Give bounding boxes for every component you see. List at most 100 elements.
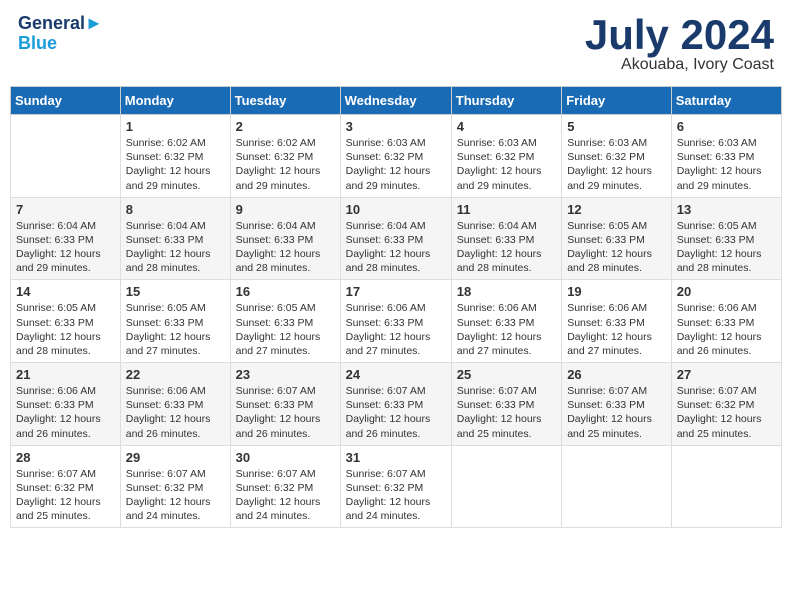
day-number: 9	[236, 202, 335, 217]
calendar-cell: 22 Sunrise: 6:06 AMSunset: 6:33 PMDayligh…	[120, 363, 230, 446]
logo: General►Blue	[18, 14, 103, 54]
day-info: Sunrise: 6:05 AMSunset: 6:33 PMDaylight:…	[16, 301, 115, 358]
calendar-cell: 3 Sunrise: 6:03 AMSunset: 6:32 PMDaylight…	[340, 115, 451, 198]
day-number: 3	[346, 119, 446, 134]
day-number: 1	[126, 119, 225, 134]
day-number: 31	[346, 450, 446, 465]
calendar-cell: 21 Sunrise: 6:06 AMSunset: 6:33 PMDayligh…	[11, 363, 121, 446]
day-number: 16	[236, 284, 335, 299]
calendar-cell: 7 Sunrise: 6:04 AMSunset: 6:33 PMDaylight…	[11, 197, 121, 280]
calendar-cell: 11 Sunrise: 6:04 AMSunset: 6:33 PMDayligh…	[451, 197, 561, 280]
day-info: Sunrise: 6:07 AMSunset: 6:32 PMDaylight:…	[677, 384, 776, 441]
day-info: Sunrise: 6:06 AMSunset: 6:33 PMDaylight:…	[126, 384, 225, 441]
day-info: Sunrise: 6:07 AMSunset: 6:32 PMDaylight:…	[236, 467, 335, 524]
day-number: 13	[677, 202, 776, 217]
calendar-cell: 5 Sunrise: 6:03 AMSunset: 6:32 PMDaylight…	[562, 115, 672, 198]
calendar-cell: 23 Sunrise: 6:07 AMSunset: 6:33 PMDayligh…	[230, 363, 340, 446]
day-number: 8	[126, 202, 225, 217]
column-header-monday: Monday	[120, 87, 230, 115]
calendar-cell: 31 Sunrise: 6:07 AMSunset: 6:32 PMDayligh…	[340, 445, 451, 528]
column-header-saturday: Saturday	[671, 87, 781, 115]
page-header: General►Blue July 2024 Akouaba, Ivory Co…	[10, 10, 782, 78]
day-number: 14	[16, 284, 115, 299]
calendar-cell: 18Sunrise: 6:06 AMSunset: 6:33 PMDayligh…	[451, 280, 561, 363]
day-number: 24	[346, 367, 446, 382]
calendar-cell	[451, 445, 561, 528]
calendar-cell	[671, 445, 781, 528]
day-number: 7	[16, 202, 115, 217]
calendar-cell: 1 Sunrise: 6:02 AMSunset: 6:32 PMDaylight…	[120, 115, 230, 198]
day-info: Sunrise: 6:07 AMSunset: 6:32 PMDaylight:…	[346, 467, 446, 524]
column-header-tuesday: Tuesday	[230, 87, 340, 115]
calendar-cell: 20 Sunrise: 6:06 AMSunset: 6:33 PMDayligh…	[671, 280, 781, 363]
day-number: 26	[567, 367, 666, 382]
day-number: 17	[346, 284, 446, 299]
calendar-cell: 13 Sunrise: 6:05 AMSunset: 6:33 PMDayligh…	[671, 197, 781, 280]
calendar-cell: 12 Sunrise: 6:05 AMSunset: 6:33 PMDayligh…	[562, 197, 672, 280]
day-info: Sunrise: 6:06 AMSunset: 6:33 PMDaylight:…	[346, 301, 446, 358]
day-number: 6	[677, 119, 776, 134]
calendar-table: SundayMondayTuesdayWednesdayThursdayFrid…	[10, 86, 782, 528]
day-number: 30	[236, 450, 335, 465]
day-info: Sunrise: 6:07 AMSunset: 6:33 PMDaylight:…	[346, 384, 446, 441]
day-info: Sunrise: 6:07 AMSunset: 6:32 PMDaylight:…	[16, 467, 115, 524]
calendar-cell: 25Sunrise: 6:07 AMSunset: 6:33 PMDayligh…	[451, 363, 561, 446]
day-info: Sunrise: 6:05 AMSunset: 6:33 PMDaylight:…	[567, 219, 666, 276]
calendar-cell: 4 Sunrise: 6:03 AMSunset: 6:32 PMDaylight…	[451, 115, 561, 198]
calendar-cell: 28 Sunrise: 6:07 AMSunset: 6:32 PMDayligh…	[11, 445, 121, 528]
calendar-cell: 17 Sunrise: 6:06 AMSunset: 6:33 PMDayligh…	[340, 280, 451, 363]
day-number: 23	[236, 367, 335, 382]
day-number: 29	[126, 450, 225, 465]
day-number: 27	[677, 367, 776, 382]
day-info: Sunrise: 6:06 AMSunset: 6:33 PMDaylight:…	[567, 301, 666, 358]
calendar-cell: 6 Sunrise: 6:03 AMSunset: 6:33 PMDaylight…	[671, 115, 781, 198]
day-info: Sunrise: 6:04 AMSunset: 6:33 PMDaylight:…	[126, 219, 225, 276]
calendar-cell	[11, 115, 121, 198]
day-info: Sunrise: 6:04 AMSunset: 6:33 PMDaylight:…	[236, 219, 335, 276]
day-info: Sunrise: 6:03 AMSunset: 6:33 PMDaylight:…	[677, 136, 776, 193]
day-number: 12	[567, 202, 666, 217]
day-info: Sunrise: 6:07 AMSunset: 6:33 PMDaylight:…	[567, 384, 666, 441]
column-header-sunday: Sunday	[11, 87, 121, 115]
calendar-cell: 9 Sunrise: 6:04 AMSunset: 6:33 PMDaylight…	[230, 197, 340, 280]
calendar-cell: 8 Sunrise: 6:04 AMSunset: 6:33 PMDaylight…	[120, 197, 230, 280]
day-number: 21	[16, 367, 115, 382]
day-info: Sunrise: 6:05 AMSunset: 6:33 PMDaylight:…	[236, 301, 335, 358]
calendar-cell: 26 Sunrise: 6:07 AMSunset: 6:33 PMDayligh…	[562, 363, 672, 446]
day-number: 5	[567, 119, 666, 134]
title-block: July 2024 Akouaba, Ivory Coast	[585, 14, 774, 74]
column-header-friday: Friday	[562, 87, 672, 115]
day-info: Sunrise: 6:02 AMSunset: 6:32 PMDaylight:…	[126, 136, 225, 193]
calendar-cell: 19 Sunrise: 6:06 AMSunset: 6:33 PMDayligh…	[562, 280, 672, 363]
calendar-cell: 15Sunrise: 6:05 AMSunset: 6:33 PMDayligh…	[120, 280, 230, 363]
day-number: 28	[16, 450, 115, 465]
calendar-cell: 29Sunrise: 6:07 AMSunset: 6:32 PMDayligh…	[120, 445, 230, 528]
day-number: 22	[126, 367, 225, 382]
day-info: Sunrise: 6:04 AMSunset: 6:33 PMDaylight:…	[346, 219, 446, 276]
column-header-wednesday: Wednesday	[340, 87, 451, 115]
day-info: Sunrise: 6:03 AMSunset: 6:32 PMDaylight:…	[346, 136, 446, 193]
calendar-cell: 16 Sunrise: 6:05 AMSunset: 6:33 PMDayligh…	[230, 280, 340, 363]
day-info: Sunrise: 6:03 AMSunset: 6:32 PMDaylight:…	[567, 136, 666, 193]
day-info: Sunrise: 6:06 AMSunset: 6:33 PMDaylight:…	[16, 384, 115, 441]
day-number: 11	[457, 202, 556, 217]
location-subtitle: Akouaba, Ivory Coast	[585, 56, 774, 74]
calendar-cell: 24 Sunrise: 6:07 AMSunset: 6:33 PMDayligh…	[340, 363, 451, 446]
day-info: Sunrise: 6:06 AMSunset: 6:33 PMDaylight:…	[677, 301, 776, 358]
day-info: Sunrise: 6:04 AMSunset: 6:33 PMDaylight:…	[16, 219, 115, 276]
day-info: Sunrise: 6:02 AMSunset: 6:32 PMDaylight:…	[236, 136, 335, 193]
day-info: Sunrise: 6:05 AMSunset: 6:33 PMDaylight:…	[677, 219, 776, 276]
calendar-cell	[562, 445, 672, 528]
day-number: 10	[346, 202, 446, 217]
day-number: 4	[457, 119, 556, 134]
calendar-cell: 27 Sunrise: 6:07 AMSunset: 6:32 PMDayligh…	[671, 363, 781, 446]
day-info: Sunrise: 6:03 AMSunset: 6:32 PMDaylight:…	[457, 136, 556, 193]
day-info: Sunrise: 6:04 AMSunset: 6:33 PMDaylight:…	[457, 219, 556, 276]
day-number: 19	[567, 284, 666, 299]
day-info: Sunrise: 6:07 AMSunset: 6:33 PMDaylight:…	[236, 384, 335, 441]
calendar-cell: 2Sunrise: 6:02 AMSunset: 6:32 PMDaylight…	[230, 115, 340, 198]
day-number: 20	[677, 284, 776, 299]
logo-text: General►Blue	[18, 14, 103, 54]
column-header-thursday: Thursday	[451, 87, 561, 115]
day-number: 18	[457, 284, 556, 299]
